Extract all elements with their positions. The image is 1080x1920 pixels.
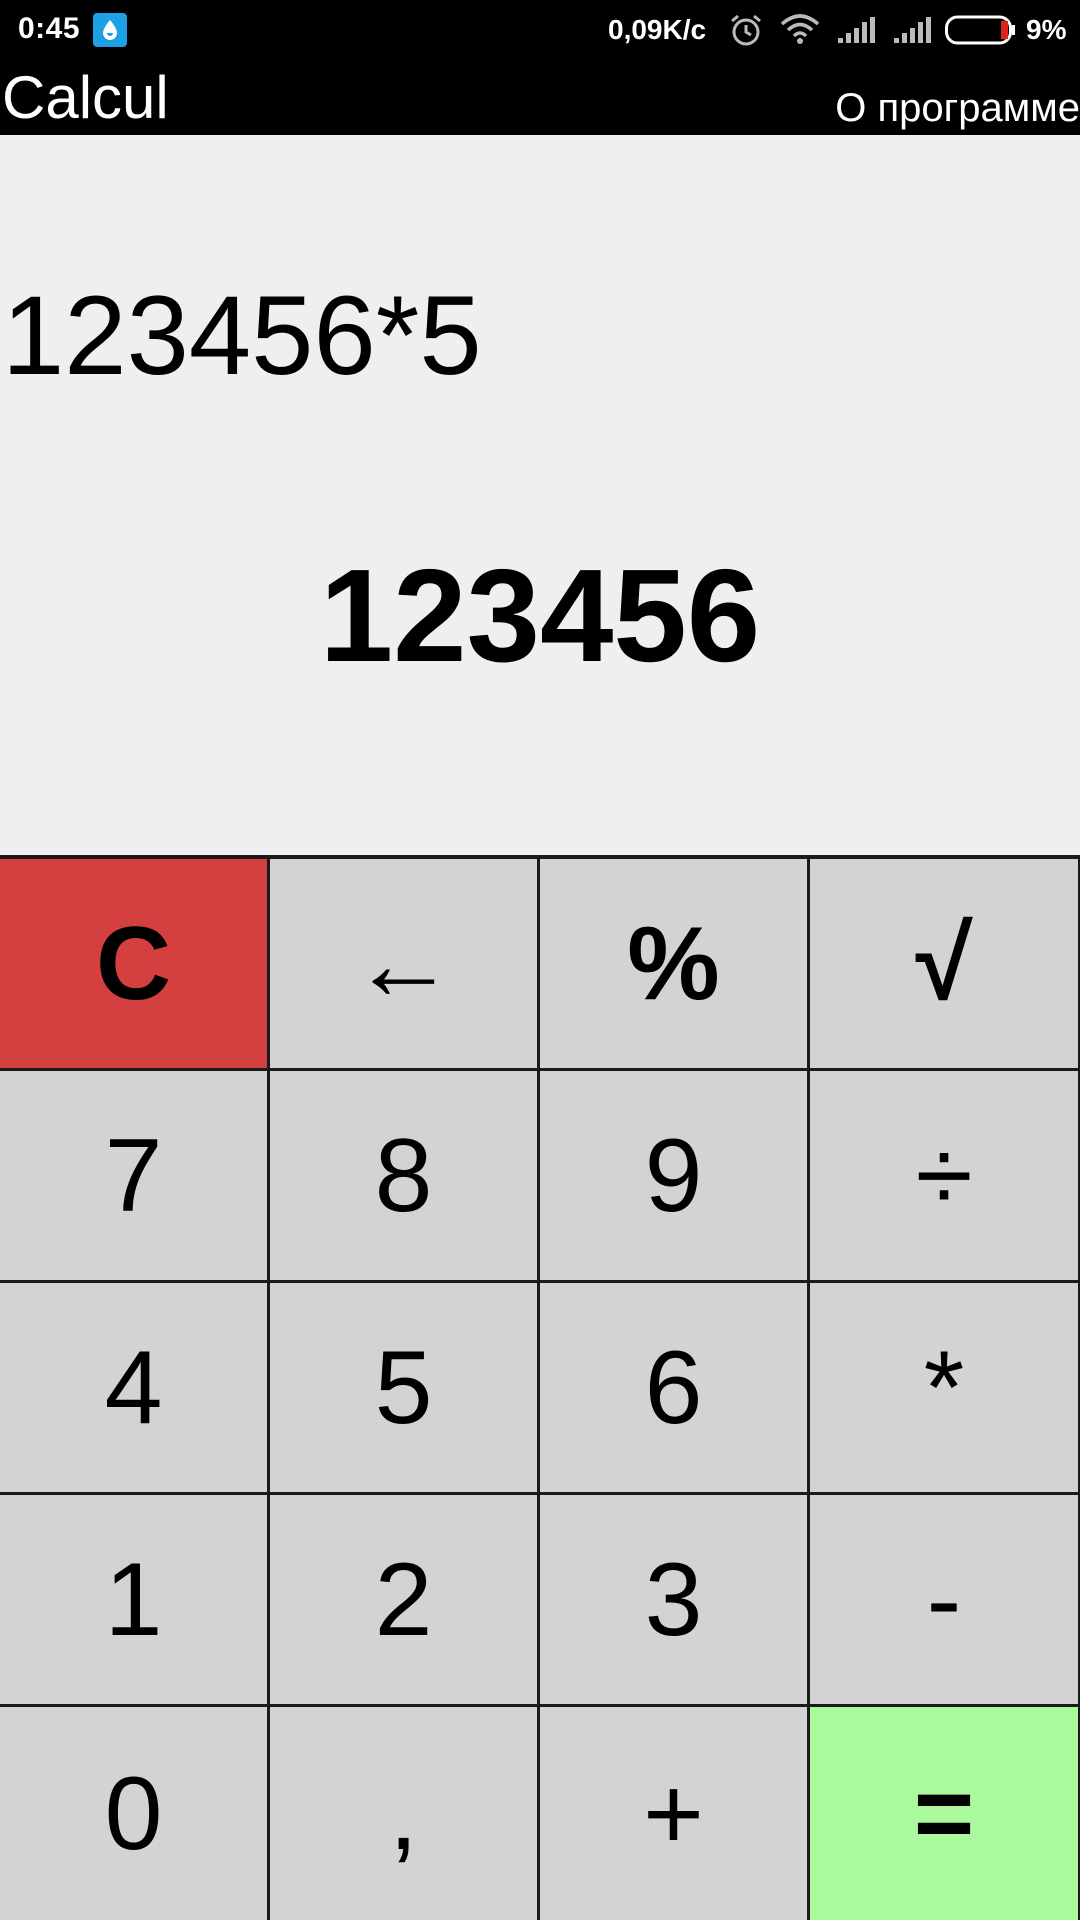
digit-7-label: 7 bbox=[104, 1117, 163, 1234]
clear-button-label: C bbox=[95, 905, 172, 1022]
minus-button-label: - bbox=[926, 1541, 962, 1658]
digit-6-label: 6 bbox=[644, 1329, 703, 1446]
equals-button-label: = bbox=[913, 1755, 975, 1872]
backspace-button[interactable]: ← bbox=[270, 859, 537, 1068]
result-text: 123456 bbox=[319, 542, 761, 689]
digit-2-button[interactable]: 2 bbox=[270, 1495, 537, 1704]
app-bar: Calcul О программе bbox=[0, 60, 1080, 135]
digit-2-label: 2 bbox=[374, 1541, 433, 1658]
expression-text: 123456*5 bbox=[2, 273, 482, 398]
backspace-icon: ← bbox=[351, 905, 456, 1022]
about-menu-item[interactable]: О программе bbox=[835, 88, 1080, 128]
comma-button-label: , bbox=[389, 1755, 418, 1872]
alarm-icon bbox=[728, 12, 764, 53]
multiply-button[interactable]: * bbox=[810, 1283, 1078, 1492]
digit-4-button[interactable]: 4 bbox=[0, 1283, 267, 1492]
digit-8-label: 8 bbox=[374, 1117, 433, 1234]
digit-9-button[interactable]: 9 bbox=[540, 1071, 807, 1280]
signal-icon bbox=[836, 16, 876, 49]
net-speed: 0,09K/c bbox=[608, 14, 707, 45]
digit-9-label: 9 bbox=[644, 1117, 703, 1234]
battery-icon bbox=[945, 15, 1017, 50]
divide-button[interactable]: ÷ bbox=[810, 1071, 1078, 1280]
digit-0-label: 0 bbox=[104, 1755, 163, 1872]
comma-button[interactable]: , bbox=[270, 1707, 537, 1920]
status-time: 0:45 bbox=[18, 12, 81, 45]
digit-3-label: 3 bbox=[644, 1541, 703, 1658]
digit-0-button[interactable]: 0 bbox=[0, 1707, 267, 1920]
plus-button-label: + bbox=[643, 1755, 704, 1872]
digit-4-label: 4 bbox=[104, 1329, 163, 1446]
digit-1-button[interactable]: 1 bbox=[0, 1495, 267, 1704]
app-title: Calcul bbox=[2, 64, 169, 131]
digit-5-button[interactable]: 5 bbox=[270, 1283, 537, 1492]
clear-button[interactable]: C bbox=[0, 859, 267, 1068]
minus-button[interactable]: - bbox=[810, 1495, 1078, 1704]
calculator-display: 123456*5 123456 bbox=[0, 135, 1080, 855]
drop-icon bbox=[93, 13, 127, 47]
digit-1-label: 1 bbox=[104, 1541, 163, 1658]
digit-5-label: 5 bbox=[374, 1329, 433, 1446]
digit-6-button[interactable]: 6 bbox=[540, 1283, 807, 1492]
percent-button-label: % bbox=[627, 905, 720, 1022]
keypad: C ← % √ 7 8 9 ÷ 4 5 6 * 1 2 3 - 0 , + = bbox=[0, 855, 1080, 1920]
battery-percent: 9% bbox=[1026, 14, 1067, 45]
digit-8-button[interactable]: 8 bbox=[270, 1071, 537, 1280]
divide-button-label: ÷ bbox=[915, 1117, 973, 1234]
equals-button[interactable]: = bbox=[810, 1707, 1078, 1920]
digit-3-button[interactable]: 3 bbox=[540, 1495, 807, 1704]
percent-button[interactable]: % bbox=[540, 859, 807, 1068]
digit-7-button[interactable]: 7 bbox=[0, 1071, 267, 1280]
signal-icon bbox=[892, 16, 932, 49]
sqrt-button[interactable]: √ bbox=[810, 859, 1078, 1068]
sqrt-button-label: √ bbox=[915, 905, 973, 1022]
status-bar: 0:45 0,09K/c 9% bbox=[0, 0, 1080, 60]
wifi-icon bbox=[780, 14, 820, 49]
plus-button[interactable]: + bbox=[540, 1707, 807, 1920]
multiply-button-label: * bbox=[923, 1329, 965, 1446]
